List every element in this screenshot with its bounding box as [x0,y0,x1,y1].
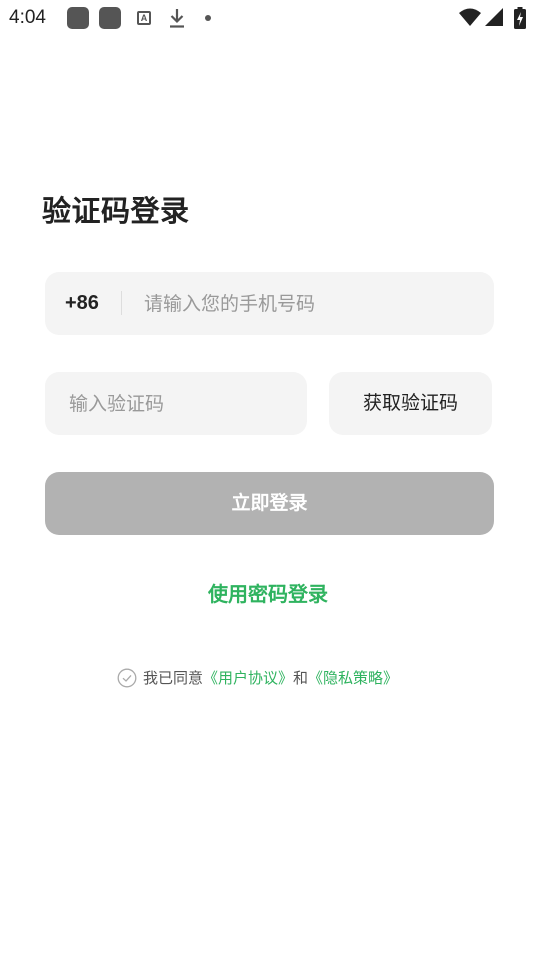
get-code-button[interactable]: 获取验证码 [329,372,492,435]
a-notification-icon: A [137,11,151,25]
agreement-prefix: 我已同意 [143,669,204,687]
agreement-checkbox-icon[interactable] [117,668,137,688]
verification-code-field[interactable] [45,372,307,435]
dot-icon [205,15,211,21]
verification-code-input[interactable] [69,372,289,435]
phone-field[interactable]: +86 [45,272,494,335]
country-code-selector[interactable]: +86 [65,292,99,315]
page-title: 验证码登录 [42,194,190,228]
battery-charging-icon [514,7,526,29]
status-time: 4:04 [9,7,46,28]
download-icon [170,9,184,28]
wifi-icon [459,8,481,26]
password-login-link[interactable]: 使用密码登录 [0,578,536,607]
phone-input[interactable] [144,272,474,335]
status-bar: 4:04 A [0,0,536,36]
signal-icon [485,8,503,26]
agreement-row: 我已同意《用户协议》和《隐私策略》 [117,666,398,690]
app-notification-icon [67,7,89,29]
privacy-policy-link[interactable]: 《隐私策略》 [308,669,398,687]
user-agreement-link[interactable]: 《用户协议》 [203,669,293,687]
login-button[interactable]: 立即登录 [45,472,494,535]
app-notification-icon [99,7,121,29]
field-divider [121,291,122,315]
agreement-conjunction: 和 [293,669,309,687]
